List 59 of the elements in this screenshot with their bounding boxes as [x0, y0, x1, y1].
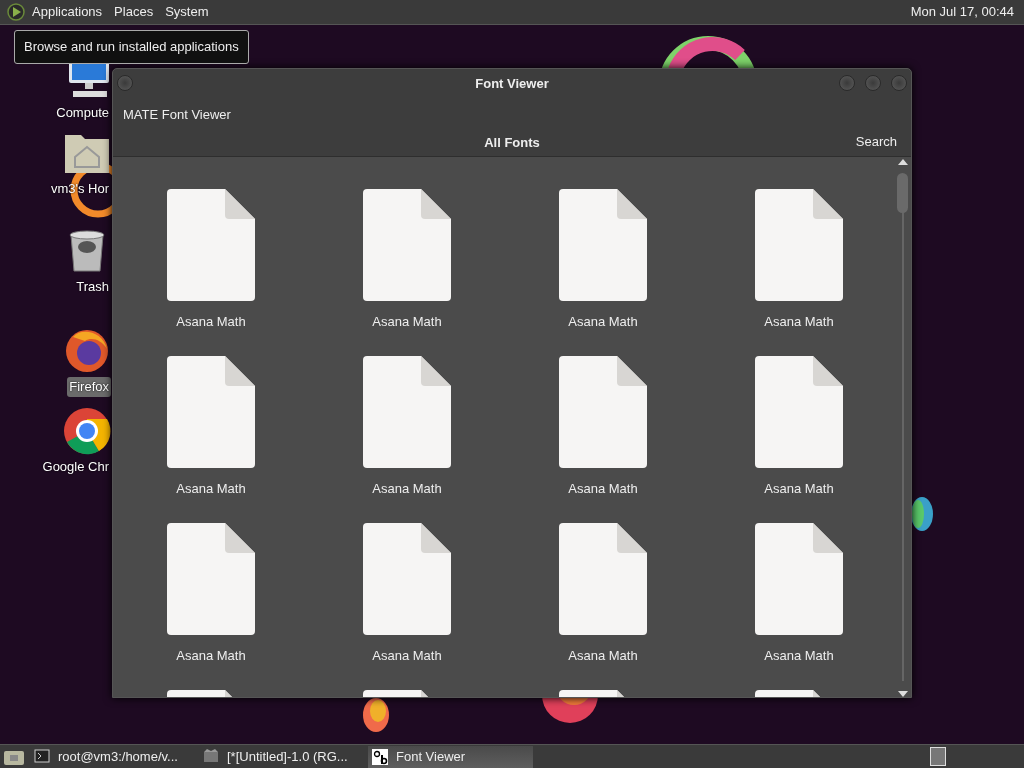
file-icon [755, 356, 843, 468]
search-button[interactable]: Search [849, 131, 903, 153]
font-item[interactable]: Asana Math [505, 189, 701, 356]
wallpaper-blob [911, 497, 933, 531]
tooltip: Browse and run installed applications [14, 30, 249, 64]
icon-label: Firefox [67, 377, 111, 397]
font-item[interactable]: Asana Math [701, 523, 897, 690]
window-title: Font Viewer [475, 75, 549, 94]
browser-icon [63, 327, 111, 375]
font-item[interactable]: Asana Math [309, 189, 505, 356]
font-item[interactable]: Asana Math [701, 356, 897, 523]
minimize-button[interactable] [839, 75, 855, 91]
menu-item[interactable]: Applications [26, 2, 109, 22]
font-item[interactable]: Asana Math [309, 523, 505, 690]
font-item[interactable]: Asana Math [113, 523, 309, 690]
view-heading: All Fonts [484, 133, 540, 152]
font-item[interactable]: Asana Math [309, 356, 505, 523]
image-editor-icon [203, 748, 219, 765]
font-icon [372, 748, 388, 765]
file-icon [167, 523, 255, 635]
wallpaper-blob [363, 698, 389, 732]
maximize-button[interactable] [865, 75, 881, 91]
desktop-icon[interactable]: Firefox [38, 327, 111, 397]
browser-icon [63, 407, 111, 455]
scroll-down-icon [897, 691, 908, 697]
scroll-up-icon [897, 159, 908, 165]
taskbar-button[interactable]: Font Viewer [368, 745, 533, 768]
file-icon [167, 189, 255, 301]
app-name: MATE Font Viewer [123, 107, 231, 122]
icon-label: Google Chr [41, 458, 110, 476]
clock: Mon Jul 17, 00:44 [910, 3, 1015, 22]
file-icon [559, 356, 647, 468]
font-item[interactable]: Asana Math [113, 356, 309, 523]
terminal-icon [34, 748, 50, 765]
icon-label: Compute [55, 104, 110, 122]
file-icon [755, 189, 843, 301]
mate-logo-icon [6, 2, 26, 22]
file-icon [363, 189, 451, 301]
scrollbar-thumb[interactable] [897, 173, 908, 213]
file-icon [559, 523, 647, 635]
desktop-icon[interactable]: Google Chr [38, 407, 111, 477]
file-icon [167, 356, 255, 468]
font-item[interactable]: Asana Math [701, 189, 897, 356]
window-menu-button[interactable] [117, 75, 133, 91]
menu-item[interactable]: Places [108, 2, 160, 22]
taskbar-button[interactable]: root@vm3:/home/v... [30, 745, 195, 768]
font-item[interactable]: Asana Math [505, 356, 701, 523]
file-icon [363, 523, 451, 635]
icon-label: Trash [75, 278, 110, 296]
font-item[interactable]: Asana Math [505, 523, 701, 690]
font-item[interactable]: Asana Math [113, 189, 309, 356]
file-icon [755, 523, 843, 635]
desktop-icon[interactable]: Trash [38, 227, 111, 297]
close-button[interactable] [891, 75, 907, 91]
workspace-switcher[interactable] [930, 747, 946, 766]
file-icon [559, 189, 647, 301]
menu-item[interactable]: System [159, 2, 215, 22]
taskbar-button[interactable]: [*[Untitled]-1.0 (RG... [199, 745, 364, 768]
file-icon [363, 356, 451, 468]
